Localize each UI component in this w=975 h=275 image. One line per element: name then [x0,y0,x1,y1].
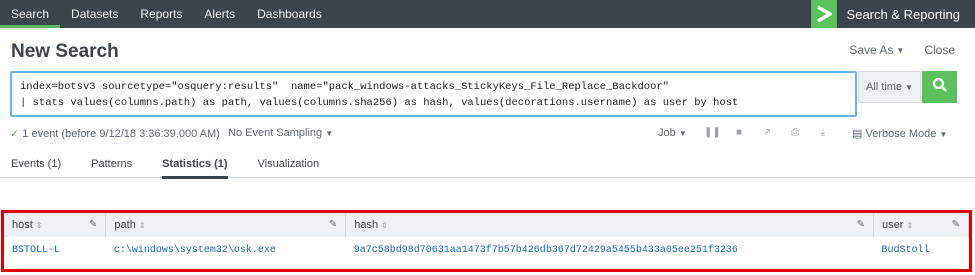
nav-tab-dashboards[interactable]: Dashboards [246,0,333,28]
page-title: New Search [11,41,119,62]
column-label: hash [354,219,379,231]
caret-down-icon: ▼ [905,82,913,92]
column-label: host [12,219,33,231]
job-controls: ❚❚ ■ ↗ ⎙ ⤓ [704,127,830,138]
column-label: user [882,219,904,231]
caret-down-icon: ▼ [939,130,948,139]
table-header-row: host ⇕ ✎ path ⇕ ✎ hash ⇕ ✎ user ⇕ ✎ [4,213,969,237]
mode-icon: ▤ [852,128,863,140]
sort-icon[interactable]: ⇕ [139,221,146,230]
results-tabs: Events (1) Patterns Statistics (1) Visua… [0,154,975,179]
job-menu[interactable]: Job ▼ [658,127,687,139]
search-button[interactable] [922,71,957,103]
search-query-line-1: index=botsv3 sourcetype="osquery:results… [20,81,670,93]
column-header-host[interactable]: host ⇕ ✎ [4,213,107,237]
column-header-user[interactable]: user ⇕ ✎ [873,213,969,237]
magnifier-icon [932,77,948,98]
caret-down-icon: ▼ [896,45,905,55]
edit-pencil-icon[interactable]: ✎ [952,219,960,230]
search-mode-label: Verbose Mode [865,128,937,140]
print-icon[interactable]: ⎙ [788,127,802,138]
column-label: path [114,219,136,231]
sort-icon[interactable]: ⇕ [381,221,388,230]
nav-tab-datasets[interactable]: Datasets [60,0,129,28]
cell-path[interactable]: c:\windows\system32\osk.exe [106,237,346,263]
job-label: Job [658,127,676,139]
cell-user[interactable]: BudStoll [874,237,969,263]
event-count-status: ✓ 1 event (before 9/12/18 3:36:39.000 AM… [10,127,220,140]
save-as-label: Save As [849,43,894,57]
search-mode-dropdown[interactable]: ▤ Verbose Mode ▼ [852,127,947,140]
cell-host[interactable]: BSTOLL-L [4,237,106,263]
tab-statistics[interactable]: Statistics (1) [162,154,228,179]
check-icon: ✓ [10,128,20,140]
edit-pencil-icon[interactable]: ✎ [89,219,97,230]
event-count-text: 1 event (before 9/12/18 3:36:39.000 AM) [22,128,220,140]
sort-icon[interactable]: ⇕ [36,221,43,230]
sort-icon[interactable]: ⇕ [906,221,913,230]
cell-hash[interactable]: 9a7c58bd98d70631aa1473f7b57b426db367d724… [346,237,874,263]
table-row: BSTOLL-L c:\windows\system32\osk.exe 9a7… [4,237,969,263]
app-brand[interactable]: Search & Reporting [810,0,975,28]
tab-patterns[interactable]: Patterns [91,154,132,178]
save-as-button[interactable]: Save As ▼ [849,43,904,57]
event-sampling-dropdown[interactable]: No Event Sampling ▼ [228,127,333,139]
pause-icon[interactable]: ❚❚ [704,127,721,138]
top-nav: Search Datasets Reports Alerts Dashboard… [0,0,975,28]
job-status-row: ✓ 1 event (before 9/12/18 3:36:39.000 AM… [10,127,965,141]
sampling-label: No Event Sampling [228,127,323,139]
header-actions: Save As ▼ Close [849,43,955,57]
search-query-input[interactable]: index=botsv3 sourcetype="osquery:results… [10,71,857,117]
stop-icon[interactable]: ■ [732,127,746,138]
export-icon[interactable]: ⤓ [816,127,830,138]
app-name: Search & Reporting [846,6,960,22]
nav-tab-alerts[interactable]: Alerts [193,0,246,28]
edit-pencil-icon[interactable]: ✎ [329,219,337,230]
column-header-hash[interactable]: hash ⇕ ✎ [345,213,875,237]
caret-down-icon: ▼ [678,129,687,138]
edit-pencil-icon[interactable]: ✎ [857,219,865,230]
caret-down-icon: ▼ [325,129,334,138]
statistics-table: host ⇕ ✎ path ⇕ ✎ hash ⇕ ✎ user ⇕ ✎ BSTOLL-L c:\… [4,213,969,263]
chevron-right-icon [810,0,837,28]
share-icon[interactable]: ↗ [760,127,774,138]
column-header-path[interactable]: path ⇕ ✎ [105,213,347,237]
time-range-picker[interactable]: All time ▼ [858,71,921,103]
statistics-table-highlight: host ⇕ ✎ path ⇕ ✎ hash ⇕ ✎ user ⇕ ✎ BSTOLL-L c:\… [1,210,972,272]
nav-tab-search[interactable]: Search [0,0,61,28]
nav-tab-reports[interactable]: Reports [129,0,193,28]
tab-visualization[interactable]: Visualization [258,154,320,178]
search-query-line-2: | stats values(columns.path) as path, va… [20,97,739,109]
close-button[interactable]: Close [924,43,955,57]
tab-events[interactable]: Events (1) [11,154,61,178]
time-range-label: All time [866,81,903,93]
